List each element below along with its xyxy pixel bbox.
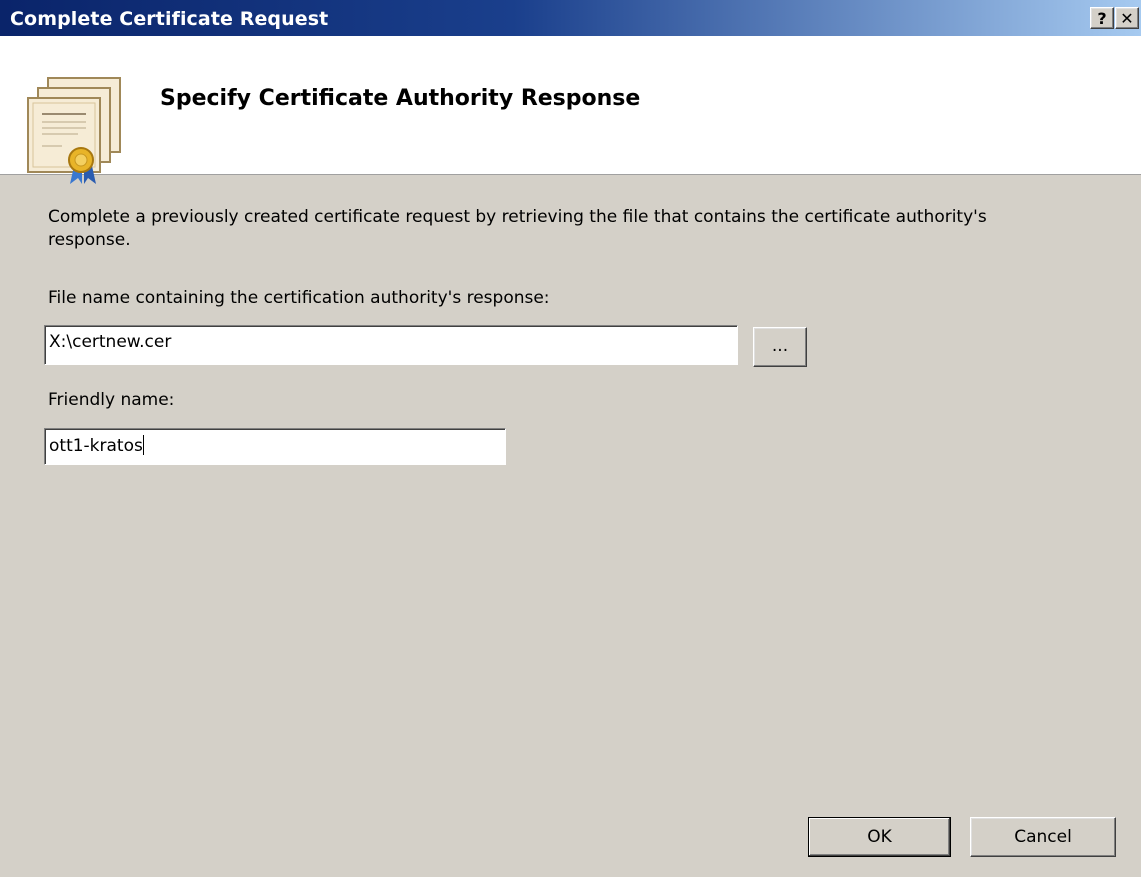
window-title: Complete Certificate Request — [10, 8, 329, 30]
help-button[interactable]: ? — [1090, 7, 1114, 29]
wizard-header: Specify Certificate Authority Response — [0, 36, 1141, 184]
page-title: Specify Certificate Authority Response — [160, 86, 641, 111]
close-button[interactable]: ✕ — [1115, 7, 1139, 29]
friendly-name-value: ott1-kratos — [49, 436, 143, 456]
certificate-icon — [27, 77, 121, 184]
friendly-name-label: Friendly name: — [48, 390, 175, 410]
ok-button[interactable]: OK — [808, 817, 951, 857]
cancel-button[interactable]: Cancel — [970, 817, 1116, 857]
text-cursor — [142, 435, 144, 455]
browse-button[interactable]: ... — [753, 327, 807, 367]
friendly-name-input[interactable]: ott1-kratos — [44, 428, 506, 465]
file-name-label: File name containing the certification a… — [48, 288, 550, 308]
title-bar[interactable]: Complete Certificate Request ? ✕ — [0, 0, 1141, 36]
file-name-value: X:\certnew.cer — [49, 332, 172, 352]
file-name-input[interactable]: X:\certnew.cer — [44, 325, 738, 365]
description-text: Complete a previously created certificat… — [48, 207, 987, 250]
